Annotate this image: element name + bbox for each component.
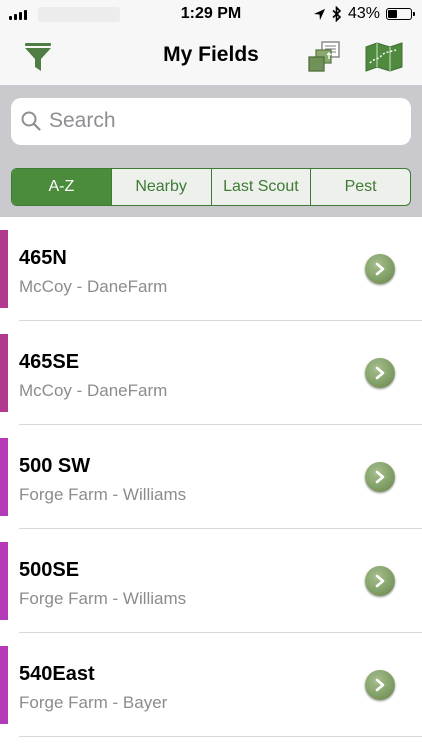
field-row[interactable]: 465SE McCoy - DaneFarm	[0, 321, 422, 425]
field-farm: Forge Farm - Bayer	[19, 693, 168, 712]
chevron-right-icon	[375, 470, 385, 484]
field-farm: McCoy - DaneFarm	[19, 277, 168, 296]
copy-fields-button[interactable]	[304, 37, 344, 77]
disclosure-arrow-button[interactable]	[365, 670, 395, 700]
battery-percent: 43%	[347, 5, 380, 22]
status-bar: 1:29 PM 43%	[0, 0, 422, 30]
search-input[interactable]: Search	[11, 98, 411, 145]
page-title: My Fields	[163, 43, 259, 66]
status-right: 43%	[313, 5, 415, 23]
sort-tab-nearby[interactable]: Nearby	[110, 169, 211, 205]
search-placeholder: Search	[49, 109, 116, 132]
field-farm: McCoy - DaneFarm	[19, 381, 168, 400]
field-color-bar	[0, 438, 8, 516]
field-list: 465N McCoy - DaneFarm 465SE McCoy - Dane…	[0, 217, 422, 737]
bluetooth-icon	[332, 6, 342, 22]
disclosure-arrow-button[interactable]	[365, 254, 395, 284]
sort-tab-a-z[interactable]: A-Z	[12, 169, 111, 205]
field-name: 500SE	[19, 559, 80, 581]
field-color-bar	[0, 230, 8, 308]
field-name: 465SE	[19, 351, 80, 373]
row-divider	[19, 736, 422, 737]
sort-tab-last-scout[interactable]: Last Scout	[210, 169, 311, 205]
field-name: 500 SW	[19, 455, 91, 477]
search-icon	[21, 111, 41, 131]
field-farm: Forge Farm - Williams	[19, 589, 187, 608]
chevron-right-icon	[375, 574, 385, 588]
field-name: 540East	[19, 663, 95, 685]
sort-tab-pest[interactable]: Pest	[310, 169, 410, 205]
copy-fields-icon	[308, 41, 340, 72]
location-arrow-icon	[313, 8, 326, 20]
battery-level	[388, 10, 397, 18]
field-farm: Forge Farm - Williams	[19, 485, 187, 504]
field-row[interactable]: 540East Forge Farm - Bayer	[0, 633, 422, 737]
nav-bar: My Fields	[0, 30, 422, 85]
field-color-bar	[0, 542, 8, 620]
sort-segmented-control: A-Z Nearby Last Scout Pest	[11, 168, 411, 206]
chevron-right-icon	[375, 262, 385, 276]
map-button[interactable]	[364, 37, 404, 77]
field-color-bar	[0, 334, 8, 412]
map-icon	[365, 42, 403, 72]
field-color-bar	[0, 646, 8, 724]
disclosure-arrow-button[interactable]	[365, 358, 395, 388]
chevron-right-icon	[375, 366, 385, 380]
chevron-right-icon	[375, 678, 385, 692]
disclosure-arrow-button[interactable]	[365, 566, 395, 596]
field-row[interactable]: 500SE Forge Farm - Williams	[0, 529, 422, 633]
field-row[interactable]: 465N McCoy - DaneFarm	[0, 217, 422, 321]
field-row[interactable]: 500 SW Forge Farm - Williams	[0, 425, 422, 529]
battery-icon	[386, 8, 415, 20]
search-area: Search A-Z Nearby Last Scout Pest	[0, 85, 422, 217]
field-name: 465N	[19, 247, 67, 269]
disclosure-arrow-button[interactable]	[365, 462, 395, 492]
